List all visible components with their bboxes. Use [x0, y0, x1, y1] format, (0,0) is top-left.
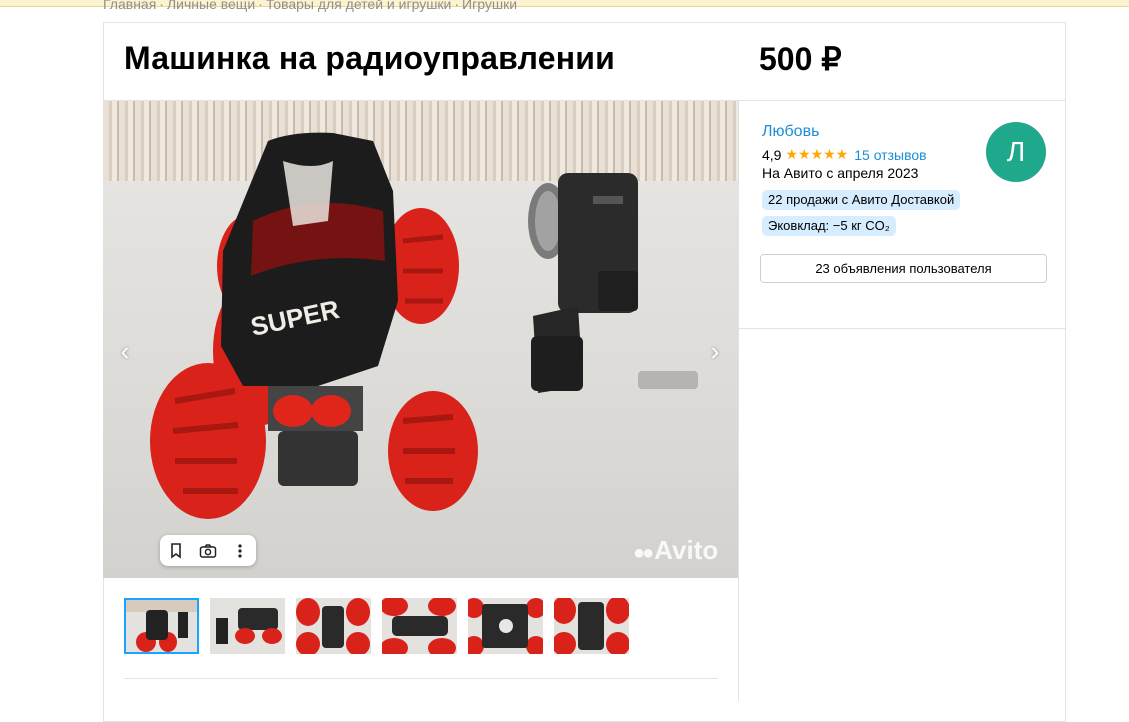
description-divider [124, 678, 718, 679]
seller-since: На Авито с апреля 2023 [762, 165, 919, 181]
main-photo[interactable]: SUPER ‹ › ●● Avito [103, 101, 738, 578]
seller-rating-value: 4,9 [762, 146, 782, 163]
listing-price: 500 ₽ [759, 41, 842, 77]
breadcrumb: Главная · Личные вещи · Товары для детей и и… [103, 0, 517, 12]
eco-contribution-badge[interactable]: Эковклад: −5 кг CO₂ [762, 216, 896, 236]
image-search-button[interactable] [192, 535, 224, 566]
seller-avatar[interactable]: Л [986, 122, 1046, 182]
seller-rating-row: 4,9 ★★★★★ 15 отзывов [762, 146, 927, 163]
more-options-button[interactable] [224, 535, 256, 566]
bookmark-button[interactable] [160, 535, 192, 566]
avito-watermark: ●● Avito [633, 535, 719, 565]
breadcrumb-separator: · [159, 0, 164, 12]
thumbnail-5[interactable] [468, 598, 543, 654]
listing-title: Машинка на радиоуправлении [124, 40, 615, 76]
thumbnail-3[interactable] [296, 598, 371, 654]
breadcrumb-separator: · [258, 0, 263, 12]
rating-stars-icon: ★★★★★ [785, 146, 849, 162]
more-icon [238, 543, 242, 558]
thumbnail-6[interactable] [554, 598, 629, 654]
seller-ads-button[interactable]: 23 объявления пользователя [760, 254, 1047, 283]
breadcrumb-item-personal[interactable]: Личные вещи [167, 0, 255, 12]
rc-car-photo: SUPER [150, 132, 698, 519]
photo-toolbar [160, 535, 256, 566]
breadcrumb-separator: · [454, 0, 460, 12]
reviews-link[interactable]: 15 отзывов [854, 147, 926, 163]
gallery-prev-arrow[interactable]: ‹ [114, 337, 136, 365]
remote-controller-illustration [528, 173, 698, 393]
breadcrumb-item-home[interactable]: Главная [103, 0, 156, 12]
seller-name-link[interactable]: Любовь [762, 123, 819, 141]
delivery-sales-badge[interactable]: 22 продажи с Авито Доставкой [762, 190, 961, 210]
thumbnail-2[interactable] [210, 598, 285, 654]
breadcrumb-item-toys[interactable]: Игрушки [462, 0, 517, 12]
bookmark-icon [171, 542, 181, 559]
gallery-next-arrow[interactable]: › [704, 337, 726, 365]
camera-icon [199, 543, 217, 558]
breadcrumb-item-kids[interactable]: Товары для детей и игрушки [266, 0, 452, 12]
thumbnail-1[interactable] [124, 598, 199, 654]
thumbnail-4[interactable] [382, 598, 457, 654]
